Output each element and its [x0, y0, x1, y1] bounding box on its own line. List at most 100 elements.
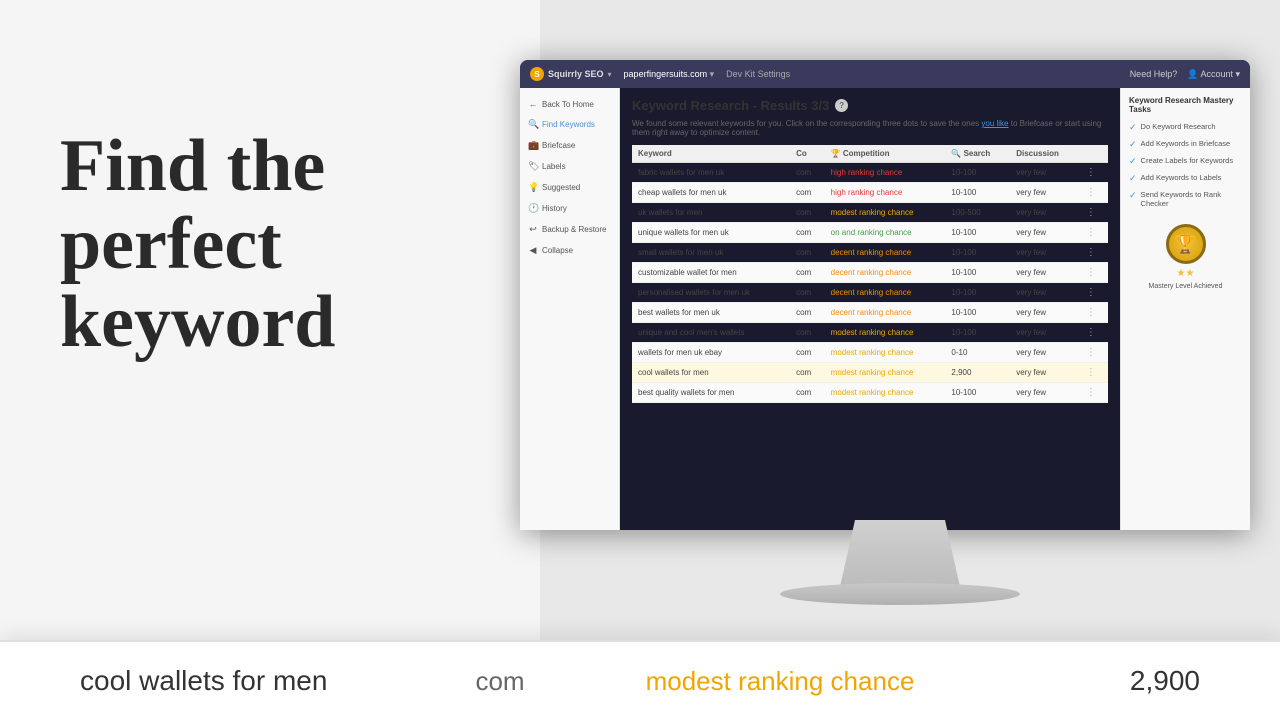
cell-search: 10-100	[945, 183, 1010, 203]
more-icon[interactable]: ⋮	[1086, 207, 1096, 218]
cell-actions[interactable]: ⋮	[1080, 323, 1108, 343]
right-panel: Keyword Research Mastery Tasks ✓ Do Keyw…	[1120, 88, 1250, 530]
cell-actions[interactable]: ⋮	[1080, 283, 1108, 303]
cell-actions[interactable]: ⋮	[1080, 303, 1108, 323]
table-row[interactable]: uk wallets for men com modest ranking ch…	[632, 203, 1108, 223]
cell-discussion: very few	[1010, 363, 1080, 383]
sidebar-item-labels[interactable]: 🏷 Labels	[520, 156, 619, 177]
cell-actions[interactable]: ⋮	[1080, 383, 1108, 403]
nav-right: Need Help? 👤 Account ▾	[1130, 69, 1240, 80]
app-wrapper: S Squirrly SEO ▾ paperfingersuits.com ▾ …	[520, 60, 1250, 530]
cell-keyword: cheap wallets for men uk	[632, 183, 790, 203]
nav-help[interactable]: Need Help?	[1130, 69, 1178, 79]
check-icon-4: ✓	[1129, 173, 1137, 184]
table-row[interactable]: unique and cool men's wallets com modest…	[632, 323, 1108, 343]
cell-actions[interactable]: ⋮	[1080, 183, 1108, 203]
logo-icon: S	[530, 67, 544, 81]
col-tld: Co	[790, 145, 825, 163]
more-icon[interactable]: ⋮	[1086, 167, 1096, 178]
highlight-keyword: cool wallets for men	[80, 665, 400, 697]
table-row[interactable]: unique wallets for men uk com on and ran…	[632, 223, 1108, 243]
cell-discussion: very few	[1010, 263, 1080, 283]
more-icon[interactable]: ⋮	[1086, 307, 1096, 318]
cell-actions[interactable]: ⋮	[1080, 343, 1108, 363]
cell-discussion: very few	[1010, 343, 1080, 363]
table-row[interactable]: customizable wallet for men com decent r…	[632, 263, 1108, 283]
sidebar-item-history[interactable]: 🕐 History	[520, 198, 619, 219]
table-row[interactable]: fabric wallets for men uk com high ranki…	[632, 163, 1108, 183]
badge-stars: ★★	[1177, 268, 1195, 279]
cell-search: 10-100	[945, 323, 1010, 343]
cell-competition: modest ranking chance	[825, 383, 946, 403]
cell-tld: com	[790, 383, 825, 403]
content-header: Keyword Research - Results 3/3 ?	[632, 98, 1108, 113]
cell-actions[interactable]: ⋮	[1080, 203, 1108, 223]
table-row[interactable]: cheap wallets for men uk com high rankin…	[632, 183, 1108, 203]
nav-account[interactable]: 👤 Account ▾	[1187, 69, 1240, 80]
sidebar-item-briefcase[interactable]: 💼 Briefcase	[520, 135, 619, 156]
cell-keyword: unique and cool men's wallets	[632, 323, 790, 343]
cell-discussion: very few	[1010, 203, 1080, 223]
cell-search: 10-100	[945, 163, 1010, 183]
highlight-competition: modest ranking chance	[600, 666, 960, 697]
more-icon[interactable]: ⋮	[1086, 327, 1096, 338]
cell-tld: com	[790, 363, 825, 383]
more-icon[interactable]: ⋮	[1086, 187, 1096, 198]
cell-tld: com	[790, 303, 825, 323]
cell-search: 10-100	[945, 223, 1010, 243]
sidebar-item-find-keywords[interactable]: 🔍 Find Keywords	[520, 114, 619, 135]
col-competition: 🏆 Competition	[825, 145, 946, 163]
table-row[interactable]: cool wallets for men com modest ranking …	[632, 363, 1108, 383]
table-row[interactable]: personalised wallets for men uk com dece…	[632, 283, 1108, 303]
nav-breadcrumb1: paperfingersuits.com ▾	[624, 69, 715, 80]
cell-competition: modest ranking chance	[825, 343, 946, 363]
cell-actions[interactable]: ⋮	[1080, 223, 1108, 243]
cell-actions[interactable]: ⋮	[1080, 243, 1108, 263]
task-item-2: ✓ Add Keywords in Briefcase	[1129, 139, 1242, 150]
right-panel-title: Keyword Research Mastery Tasks	[1129, 96, 1242, 114]
cell-discussion: very few	[1010, 163, 1080, 183]
sidebar-item-collapse[interactable]: ◀ Collapse	[520, 240, 619, 261]
more-icon[interactable]: ⋮	[1086, 267, 1096, 278]
table-row[interactable]: small wallets for men uk com decent rank…	[632, 243, 1108, 263]
cell-competition: high ranking chance	[825, 163, 946, 183]
cell-keyword: personalised wallets for men uk	[632, 283, 790, 303]
cell-keyword: uk wallets for men	[632, 203, 790, 223]
sidebar-item-backup[interactable]: ↩ Backup & Restore	[520, 219, 619, 240]
cell-competition: decent ranking chance	[825, 263, 946, 283]
cell-competition: high ranking chance	[825, 183, 946, 203]
sidebar-item-suggested[interactable]: 💡 Suggested	[520, 177, 619, 198]
cell-tld: com	[790, 223, 825, 243]
cell-keyword: customizable wallet for men	[632, 263, 790, 283]
sidebar-label-find: Find Keywords	[542, 120, 595, 129]
task-label-4: Add Keywords to Labels	[1141, 173, 1222, 182]
more-icon[interactable]: ⋮	[1086, 387, 1096, 398]
more-icon[interactable]: ⋮	[1086, 227, 1096, 238]
table-row[interactable]: best quality wallets for men com modest …	[632, 383, 1108, 403]
col-search: 🔍 Search	[945, 145, 1010, 163]
help-icon[interactable]: ?	[835, 99, 848, 112]
sidebar-item-back[interactable]: ← Back To Home	[520, 94, 619, 114]
sidebar-label-backup: Backup & Restore	[542, 225, 606, 234]
task-item-4: ✓ Add Keywords to Labels	[1129, 173, 1242, 184]
check-icon-5: ✓	[1129, 190, 1137, 201]
check-icon-3: ✓	[1129, 156, 1137, 167]
cell-actions[interactable]: ⋮	[1080, 363, 1108, 383]
badge-circle: 🏆	[1166, 224, 1206, 264]
cell-tld: com	[790, 243, 825, 263]
more-icon[interactable]: ⋮	[1086, 247, 1096, 258]
cell-search: 10-100	[945, 383, 1010, 403]
cell-search: 2,900	[945, 363, 1010, 383]
table-row[interactable]: best wallets for men uk com decent ranki…	[632, 303, 1108, 323]
highlight-tld: com	[400, 666, 600, 697]
cell-actions[interactable]: ⋮	[1080, 163, 1108, 183]
cell-competition: decent ranking chance	[825, 283, 946, 303]
cell-actions[interactable]: ⋮	[1080, 263, 1108, 283]
more-icon[interactable]: ⋮	[1086, 287, 1096, 298]
nav-logo-text: Squirrly SEO	[548, 69, 604, 79]
more-icon[interactable]: ⋮	[1086, 367, 1096, 378]
sidebar-label-collapse: Collapse	[542, 246, 573, 255]
more-icon[interactable]: ⋮	[1086, 347, 1096, 358]
table-row[interactable]: wallets for men uk ebay com modest ranki…	[632, 343, 1108, 363]
cell-tld: com	[790, 323, 825, 343]
